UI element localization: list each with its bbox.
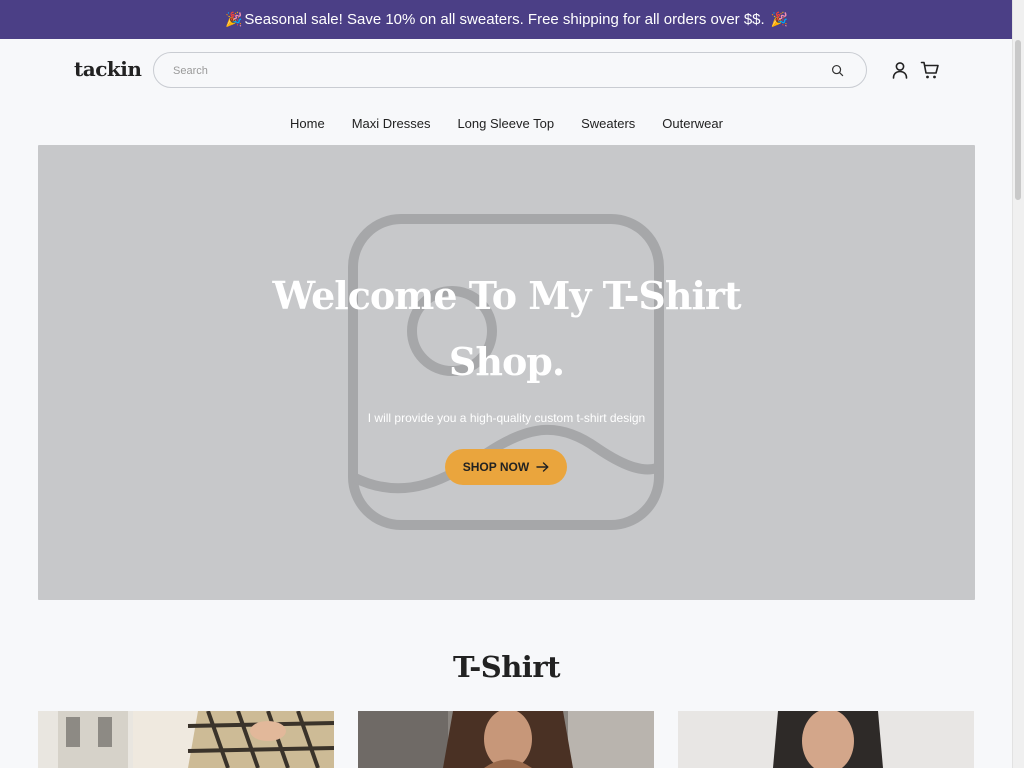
product-card[interactable] <box>678 711 974 768</box>
site-header: tackin <box>0 39 1013 103</box>
search-bar[interactable] <box>153 52 867 88</box>
nav-item-home[interactable]: Home <box>290 116 325 131</box>
announcement-bar: 🎉 Seasonal sale! Save 10% on all sweater… <box>0 0 1013 39</box>
account-icon[interactable] <box>890 60 910 80</box>
page-scrollbar[interactable] <box>1012 0 1024 768</box>
collection-title: T-Shirt <box>452 650 561 684</box>
party-popper-icon: 🎉 <box>766 11 789 27</box>
nav-item-maxi-dresses[interactable]: Maxi Dresses <box>352 116 431 131</box>
hero-title: Welcome To My T-Shirt Shop. <box>38 263 975 395</box>
plaid-shirt-photo[interactable] <box>38 711 334 768</box>
white-top-photo[interactable] <box>678 711 974 768</box>
shop-now-label: SHOP NOW <box>462 460 530 474</box>
site-logo[interactable]: tackin <box>74 57 142 81</box>
nav-item-sweaters[interactable]: Sweaters <box>581 116 635 131</box>
shop-now-button[interactable]: SHOP NOW <box>445 449 567 485</box>
hero-title-line-2: Shop. <box>448 339 565 384</box>
search-input[interactable] <box>171 61 815 81</box>
hero-banner: Welcome To My T-Shirt Shop. I will provi… <box>38 145 975 600</box>
hero-subtitle: I will provide you a high-quality custom… <box>367 411 646 425</box>
nav-item-long-sleeve-top[interactable]: Long Sleeve Top <box>457 116 554 131</box>
product-card[interactable] <box>38 711 334 768</box>
arrow-right-icon <box>536 462 549 472</box>
scrollbar-thumb[interactable] <box>1015 40 1021 200</box>
nav-item-outerwear[interactable]: Outerwear <box>662 116 723 131</box>
party-popper-icon: 🎉 <box>224 11 243 27</box>
announcement-text: Seasonal sale! Save 10% on all sweaters.… <box>244 11 765 28</box>
product-card[interactable] <box>358 711 654 768</box>
main-navigation: Home Maxi Dresses Long Sleeve Top Sweate… <box>0 107 1013 139</box>
brown-top-photo[interactable] <box>358 711 654 768</box>
search-icon[interactable] <box>831 64 844 77</box>
cart-icon[interactable] <box>920 60 940 80</box>
hero-title-line-1: Welcome To My T-Shirt <box>272 273 742 318</box>
